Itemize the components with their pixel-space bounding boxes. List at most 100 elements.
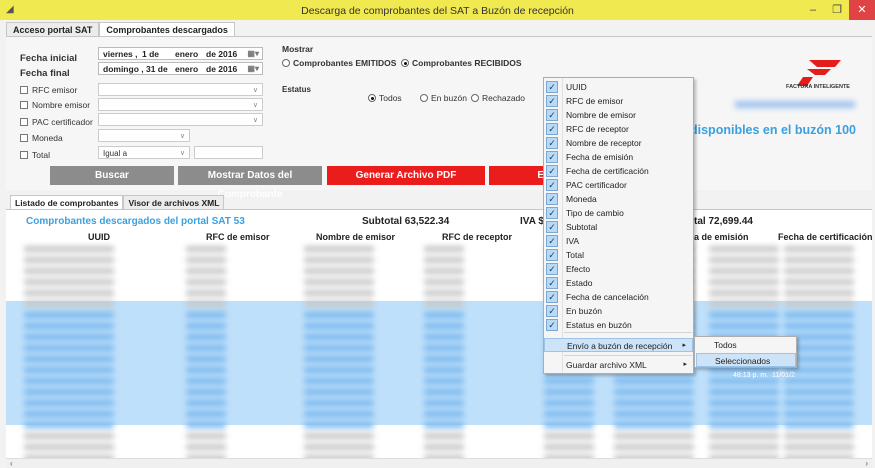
table-row[interactable] (14, 442, 872, 452)
fecha-inicial-picker[interactable]: viernes , 1 de enero de 2016 ▦▾ (98, 47, 263, 60)
table-row[interactable] (14, 310, 872, 320)
redacted-cell (544, 400, 594, 406)
nombre-emisor-checkbox[interactable]: Nombre emisor (20, 100, 90, 110)
checkbox-icon[interactable] (20, 86, 28, 94)
col-rfc-receptor[interactable]: RFC de receptor (442, 232, 512, 242)
redacted-cell (304, 367, 374, 373)
submenu-todos[interactable]: Todos (696, 338, 796, 352)
menu-item-column[interactable]: ✓ IVA (544, 234, 693, 248)
col-nombre-emisor[interactable]: Nombre de emisor (316, 232, 395, 242)
checkmark-icon: ✓ (546, 137, 558, 149)
menu-item-column[interactable]: ✓ RFC de emisor (544, 94, 693, 108)
redacted-cell (186, 444, 226, 450)
table-row[interactable] (14, 398, 872, 408)
mostrar-datos-button[interactable]: Mostrar Datos del Comprobante (178, 166, 322, 200)
minimize-button[interactable]: – (801, 0, 825, 20)
table-row[interactable] (14, 420, 872, 430)
table-row[interactable] (14, 277, 872, 287)
radio-en-buzon[interactable]: En buzón (420, 93, 467, 103)
calendar-icon[interactable]: ▦▾ (247, 64, 259, 73)
menu-item-column[interactable]: ✓ Nombre de receptor (544, 136, 693, 150)
radio-icon[interactable] (471, 94, 479, 102)
total-value-input[interactable] (194, 146, 263, 159)
menu-envio-buzon[interactable]: Envío a buzón de recepción ▸ (544, 338, 693, 352)
redacted-cell (186, 367, 226, 373)
menu-item-column[interactable]: ✓ Efecto (544, 262, 693, 276)
redacted-cell (304, 301, 374, 307)
radio-emitidos[interactable]: Comprobantes EMITIDOS (282, 58, 396, 68)
menu-item-column[interactable]: ✓ En buzón (544, 304, 693, 318)
menu-item-column[interactable]: ✓ RFC de receptor (544, 122, 693, 136)
tab-listado[interactable]: Listado de comprobantes (10, 195, 124, 209)
table-row[interactable] (14, 431, 872, 441)
maximize-button[interactable]: ❐ (825, 0, 849, 20)
redacted-cell (784, 301, 854, 307)
fecha-final-picker[interactable]: domingo , 31 de enero de 2016 ▦▾ (98, 62, 263, 75)
menu-item-column[interactable]: ✓ Fecha de certificación (544, 164, 693, 178)
total-checkbox[interactable]: Total (20, 150, 50, 160)
table-row[interactable] (14, 244, 872, 254)
radio-recibidos[interactable]: Comprobantes RECIBIDOS (401, 58, 522, 68)
partial-red-button[interactable]: E (489, 166, 549, 185)
rfc-emisor-checkbox[interactable]: RFC emisor (20, 85, 77, 95)
table-row[interactable] (14, 387, 872, 397)
tab-visor-xml[interactable]: Visor de archivos XML (123, 195, 225, 209)
table-row[interactable] (14, 409, 872, 419)
redacted-cell (186, 323, 226, 329)
menu-item-column[interactable]: ✓ Nombre de emisor (544, 108, 693, 122)
menu-item-column[interactable]: ✓ Tipo de cambio (544, 206, 693, 220)
col-fecha-emision[interactable]: a de emisión (694, 232, 749, 242)
pac-checkbox[interactable]: PAC certificador (20, 117, 93, 127)
generar-pdf-button[interactable]: Generar Archivo PDF (327, 166, 485, 185)
calendar-icon[interactable]: ▦▾ (247, 49, 259, 58)
menu-item-column[interactable]: ✓ Moneda (544, 192, 693, 206)
pac-combo[interactable]: ∨ (98, 113, 263, 126)
redacted-cell (709, 257, 779, 263)
col-fecha-certificacion[interactable]: Fecha de certificación (778, 232, 872, 242)
close-button[interactable]: ✕ (849, 0, 875, 20)
checkmark-icon: ✓ (546, 179, 558, 191)
scroll-right-icon[interactable]: › (865, 459, 868, 468)
tab-comprobantes-descargados[interactable]: Comprobantes descargados (99, 22, 235, 36)
moneda-checkbox[interactable]: Moneda (20, 133, 63, 143)
scroll-left-icon[interactable]: ‹ (10, 459, 13, 468)
table-row[interactable] (14, 321, 872, 331)
rfc-emisor-combo[interactable]: ∨ (98, 83, 263, 96)
menu-item-column[interactable]: ✓ Fecha de emisión (544, 150, 693, 164)
checkbox-icon[interactable] (20, 134, 28, 142)
horizontal-scrollbar[interactable]: ‹ › (6, 458, 872, 468)
menu-item-column[interactable]: ✓ Subtotal (544, 220, 693, 234)
checkbox-icon[interactable] (20, 101, 28, 109)
menu-item-column[interactable]: ✓ PAC certificador (544, 178, 693, 192)
buscar-button[interactable]: Buscar (50, 166, 174, 185)
chevron-down-icon: ∨ (179, 150, 185, 157)
radio-rechazado[interactable]: Rechazado (471, 93, 525, 103)
col-uuid[interactable]: UUID (88, 232, 110, 242)
table-row[interactable] (14, 266, 872, 276)
menu-item-column[interactable]: ✓ UUID (544, 80, 693, 94)
submenu-seleccionados[interactable]: Seleccionados (696, 353, 796, 367)
redacted-cell (304, 257, 374, 263)
fecha-inicial-year: de 2016 (206, 49, 238, 59)
total-operator-combo[interactable]: Igual a ∨ (98, 146, 190, 159)
checkbox-icon[interactable] (20, 118, 28, 126)
moneda-combo[interactable]: ∨ (98, 129, 190, 142)
radio-icon[interactable] (282, 59, 290, 67)
radio-todos[interactable]: Todos (368, 93, 402, 103)
nombre-emisor-combo[interactable]: ∨ (98, 98, 263, 111)
table-row[interactable] (14, 299, 872, 309)
menu-item-column[interactable]: ✓ Total (544, 248, 693, 262)
tab-acceso-portal[interactable]: Acceso portal SAT (6, 22, 100, 36)
radio-selected-icon[interactable] (401, 59, 409, 67)
menu-item-column[interactable]: ✓ Estatus en buzón (544, 318, 693, 332)
menu-item-column[interactable]: ✓ Estado (544, 276, 693, 290)
checkbox-icon[interactable] (20, 151, 28, 159)
table-row[interactable] (14, 255, 872, 265)
menu-item-column[interactable]: ✓ Fecha de cancelación (544, 290, 693, 304)
radio-icon[interactable] (420, 94, 428, 102)
redacted-cell (304, 312, 374, 318)
table-row[interactable] (14, 288, 872, 298)
menu-guardar-xml[interactable]: Guardar archivo XML ▸ (544, 358, 693, 372)
col-rfc-emisor[interactable]: RFC de emisor (206, 232, 270, 242)
radio-selected-icon[interactable] (368, 94, 376, 102)
